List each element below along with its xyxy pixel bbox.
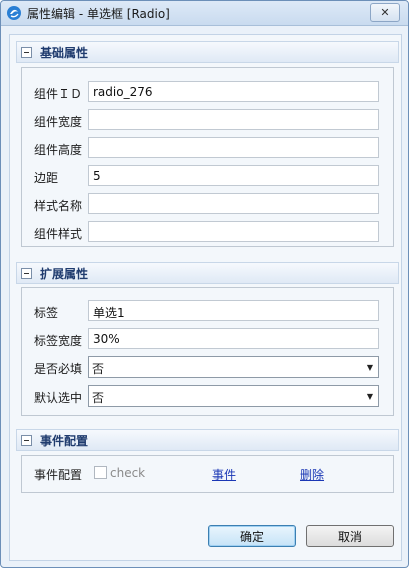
collapse-icon[interactable] [21,434,32,446]
field-label: 组件宽度 [34,115,83,129]
label-text-input[interactable]: 单选1 [88,300,379,321]
section-header-events[interactable]: 事件配置 [16,429,399,451]
check-checkbox[interactable] [94,466,107,479]
collapse-icon[interactable] [21,267,32,279]
field-row-component-style: 组件样式 [22,220,393,244]
section-title-basic: 基础属性 [40,45,89,60]
title-bar: 属性编辑 - 单选框 [Radio] ✕ [1,1,408,26]
field-label: 标签 [34,306,59,320]
section-header-basic[interactable]: 基础属性 [16,41,399,63]
field-row-label: 标签 单选1 [22,299,393,323]
select-value: 否 [92,362,105,376]
event-config-label: 事件配置 [34,468,83,482]
content-panel: 基础属性 组件ＩＤ radio_276 组件宽度 组件高度 边距 5 样式名称 [9,34,402,561]
field-label: 样式名称 [34,199,83,213]
field-label: 组件样式 [34,227,83,241]
close-button[interactable]: ✕ [370,3,400,22]
delete-link[interactable]: 删除 [300,466,324,483]
field-row-width: 组件宽度 [22,108,393,132]
window-title: 属性编辑 - 单选框 [Radio] [27,7,170,21]
field-label: 边距 [34,171,59,185]
component-id-input[interactable]: radio_276 [88,81,379,102]
ok-button[interactable]: 确定 [208,525,296,547]
component-height-input[interactable] [88,137,379,158]
section-title-events: 事件配置 [40,433,89,448]
default-checked-select[interactable]: 否 ▼ [88,385,379,407]
section-header-extended[interactable]: 扩展属性 [16,262,399,284]
chevron-down-icon[interactable]: ▼ [362,386,378,406]
label-width-input[interactable]: 30% [88,328,379,349]
field-label: 默认选中 [34,391,83,405]
select-value: 否 [92,391,105,405]
event-config-row: 事件配置 check 事件 删除 [34,465,394,483]
field-label: 是否必填 [34,362,83,376]
field-row-margin: 边距 5 [22,164,393,188]
margin-input[interactable]: 5 [88,165,379,186]
events-group: 事件配置 check 事件 删除 [21,455,394,493]
field-label: 组件高度 [34,143,83,157]
checkbox-label: check [110,466,146,480]
section-title-extended: 扩展属性 [40,266,89,281]
field-row-default-checked: 默认选中 否 ▼ [22,384,393,408]
app-logo-icon [6,5,22,21]
event-link[interactable]: 事件 [212,466,236,483]
field-row-required: 是否必填 否 ▼ [22,355,393,379]
field-label: 标签宽度 [34,334,83,348]
component-style-input[interactable] [88,221,379,242]
basic-properties-group: 组件ＩＤ radio_276 组件宽度 组件高度 边距 5 样式名称 组件样式 [21,67,394,247]
collapse-icon[interactable] [21,46,32,58]
style-name-input[interactable] [88,193,379,214]
property-editor-window: 属性编辑 - 单选框 [Radio] ✕ 基础属性 组件ＩＤ radio_276… [0,0,409,568]
field-row-component-id: 组件ＩＤ radio_276 [22,80,393,104]
cancel-button[interactable]: 取消 [306,525,394,547]
close-icon: ✕ [380,6,390,19]
extended-properties-group: 标签 单选1 标签宽度 30% 是否必填 否 ▼ 默认选中 否 ▼ [21,287,394,416]
field-row-style-name: 样式名称 [22,192,393,216]
required-select[interactable]: 否 ▼ [88,356,379,378]
component-width-input[interactable] [88,109,379,130]
field-label: 组件ＩＤ [34,87,83,101]
chevron-down-icon[interactable]: ▼ [362,357,378,377]
field-row-label-width: 标签宽度 30% [22,327,393,351]
field-row-height: 组件高度 [22,136,393,160]
